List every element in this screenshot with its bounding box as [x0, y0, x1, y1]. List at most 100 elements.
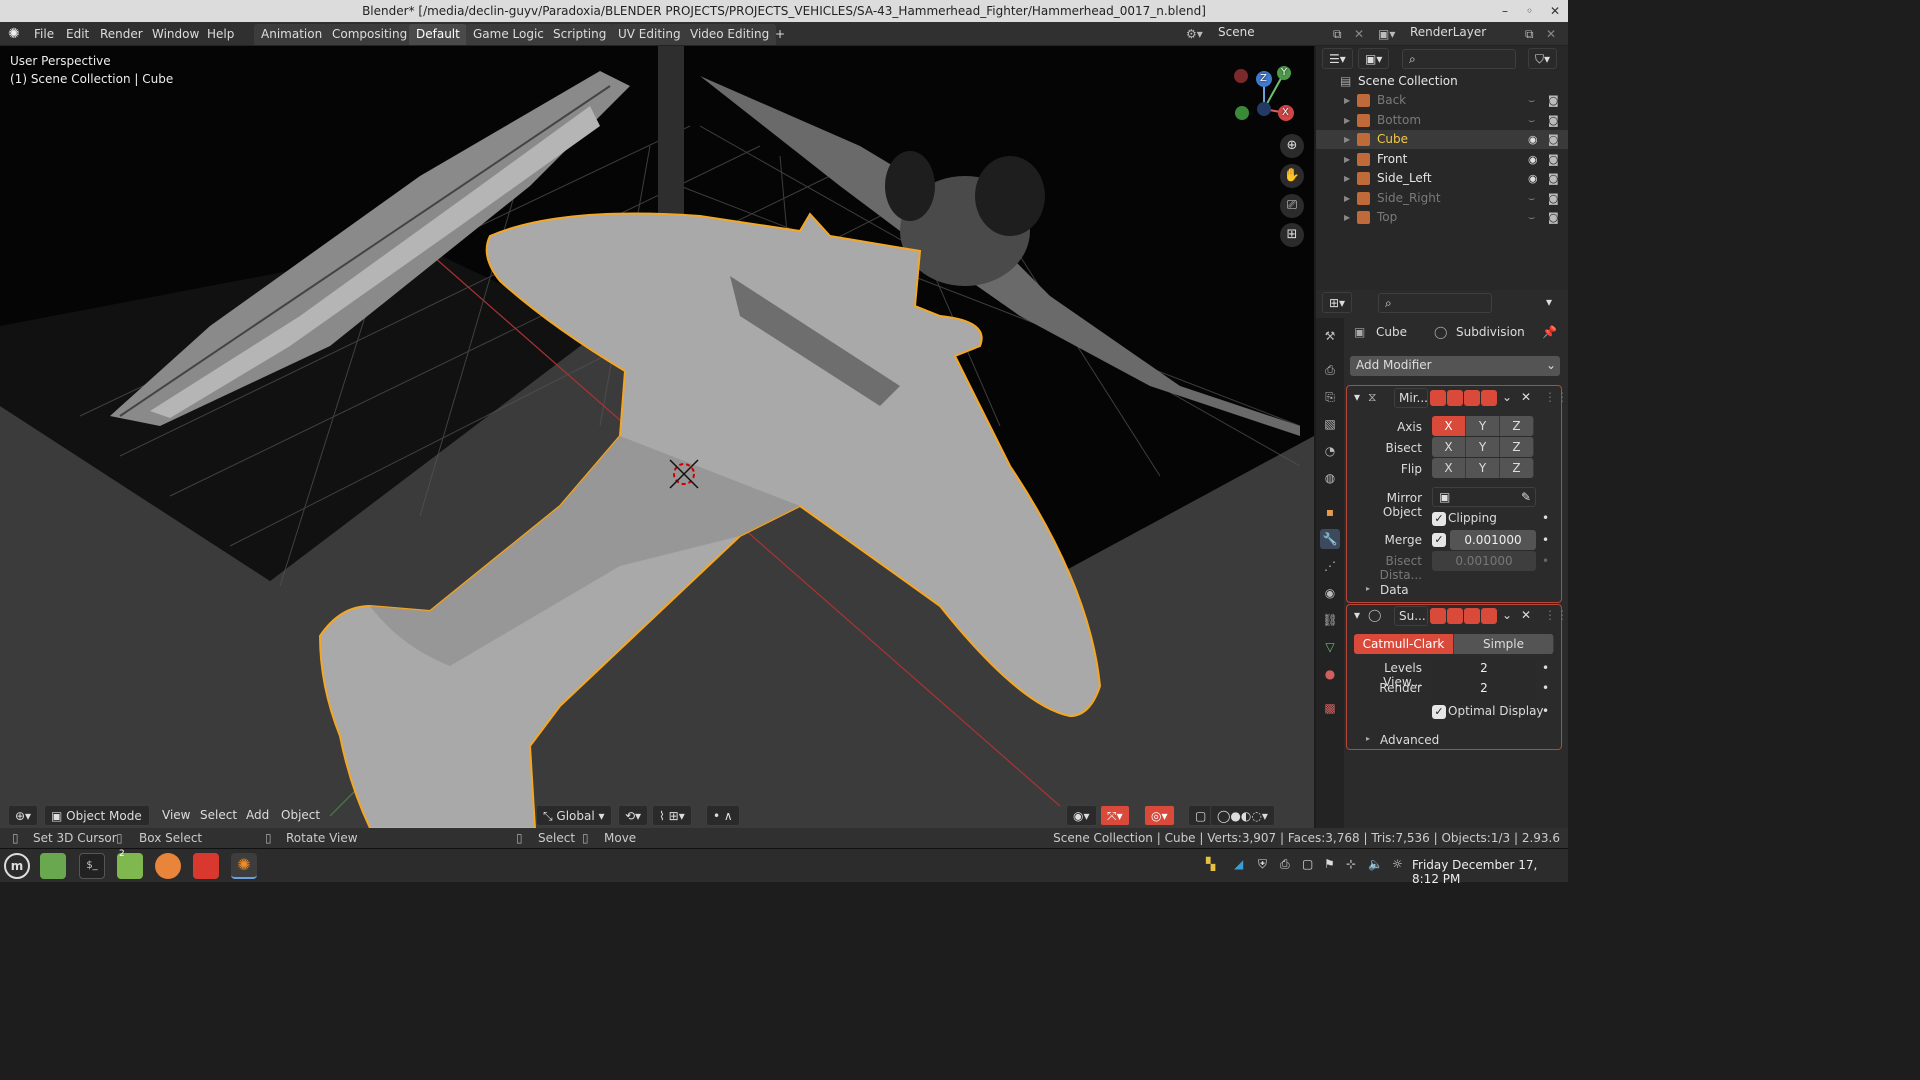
3d-viewport[interactable]: Z Y X User Perspective (1) Scene Collect… — [0, 46, 1314, 828]
display-icon[interactable]: ▢ — [1302, 857, 1313, 871]
tab-animation[interactable]: Animation — [254, 24, 330, 45]
collapse-mirror-icon[interactable]: ▾ — [1354, 390, 1360, 404]
tab-tool-icon[interactable]: ⚒ — [1320, 326, 1340, 346]
flip-y-toggle[interactable]: Y — [1466, 458, 1500, 478]
menu-add[interactable]: Add — [240, 805, 275, 826]
data-expand-icon[interactable]: ▸ — [1366, 584, 1370, 593]
expand-arrow-icon[interactable]: ▶ — [1344, 130, 1350, 149]
mirror-editmode-icon[interactable] — [1430, 390, 1446, 406]
ortho-grid-icon[interactable]: ⊞ — [1280, 223, 1304, 247]
subdivision-editmode-icon[interactable] — [1430, 608, 1446, 624]
gizmo-z-label[interactable]: Z — [1260, 73, 1267, 84]
outliner-root[interactable]: ▤ Scene Collection — [1316, 72, 1568, 91]
levels-viewport-field[interactable]: 2 — [1432, 658, 1536, 678]
render-layer-icon[interactable]: ▣▾ — [1378, 25, 1395, 43]
camera-render-icon[interactable]: ◙ — [1548, 130, 1559, 149]
tab-modifiers-icon[interactable]: 🔧 — [1320, 529, 1340, 549]
bisect-distance-keyframe-icon[interactable]: • — [1542, 554, 1549, 568]
mirror-render-icon[interactable] — [1481, 390, 1497, 406]
menu-file[interactable]: File — [34, 25, 54, 43]
eye-closed-icon[interactable]: ⌣ — [1528, 189, 1535, 208]
blender-taskbar-icon[interactable]: ✺ — [231, 853, 257, 879]
show-desktop-icon[interactable] — [40, 853, 66, 879]
minimize-icon[interactable]: – — [1502, 0, 1508, 22]
optimal-display-checkbox[interactable]: ✓ — [1432, 705, 1446, 719]
clock[interactable]: Friday December 17, 8:12 PM — [1412, 858, 1568, 886]
camera-render-icon[interactable]: ◙ — [1548, 150, 1559, 169]
outliner-display-icon[interactable]: ☰▾ — [1322, 48, 1353, 69]
eye-closed-icon[interactable]: ⌣ — [1528, 208, 1535, 227]
delete-scene-icon[interactable]: ✕ — [1354, 25, 1364, 43]
camera-render-icon[interactable]: ◙ — [1548, 91, 1559, 110]
eye-closed-icon[interactable]: ⌣ — [1528, 111, 1535, 130]
tab-physics-icon[interactable]: ◉ — [1320, 583, 1340, 603]
tab-uv-editing[interactable]: UV Editing — [611, 24, 688, 45]
telegram-icon[interactable]: ◢ — [1234, 857, 1243, 871]
subdivision-drag-handle-icon[interactable]: ⋮⋮ — [1544, 608, 1568, 622]
tab-texture-icon[interactable]: ▩ — [1320, 698, 1340, 718]
advanced-expand-icon[interactable]: ▸ — [1366, 734, 1370, 743]
outliner-item[interactable]: ▶ Front ◉ ◙ — [1316, 150, 1568, 169]
menu-select[interactable]: Select — [194, 805, 243, 826]
tab-scripting[interactable]: Scripting — [546, 24, 614, 45]
properties-search-input[interactable]: ⌕ — [1378, 293, 1492, 313]
menu-edit[interactable]: Edit — [66, 25, 89, 43]
expand-arrow-icon[interactable]: ▶ — [1344, 150, 1350, 169]
menu-render[interactable]: Render — [100, 25, 143, 43]
add-modifier-dropdown[interactable]: Add Modifier ⌄ — [1350, 356, 1560, 376]
tab-data-icon[interactable]: ▽ — [1320, 637, 1340, 657]
outliner-filter-mode-icon[interactable]: ▣▾ — [1358, 48, 1390, 69]
expand-arrow-icon[interactable]: ▶ — [1344, 169, 1350, 188]
firefox-icon[interactable] — [155, 853, 181, 879]
shading-modes-icon[interactable]: ◯●◐◌▾ — [1210, 805, 1275, 826]
merge-keyframe-icon[interactable]: • — [1542, 533, 1549, 547]
bisect-distance-field[interactable]: 0.001000 — [1432, 551, 1536, 571]
outliner-item[interactable]: ▶ Back ⌣ ◙ — [1316, 91, 1568, 110]
subdivision-cage-icon[interactable] — [1447, 608, 1463, 624]
outliner-item[interactable]: ▶ Side_Left ◉ ◙ — [1316, 169, 1568, 188]
subdivision-render-icon[interactable] — [1481, 608, 1497, 624]
transform-orientation-dropdown[interactable]: ⤡ Global ▾ — [536, 805, 612, 826]
properties-editor-icon[interactable]: ⊞▾ — [1322, 292, 1353, 313]
data-subpanel-label[interactable]: Data — [1380, 583, 1409, 597]
add-workspace-button[interactable]: + — [768, 24, 792, 45]
tab-output-icon[interactable]: ⎘ — [1320, 387, 1340, 407]
mirror-delete-icon[interactable]: ✕ — [1521, 390, 1531, 404]
tab-video-editing[interactable]: Video Editing — [683, 24, 777, 45]
eye-icon[interactable]: ◉ — [1528, 150, 1538, 169]
subdivision-name-field[interactable]: Su... — [1394, 606, 1428, 626]
volume-icon[interactable]: 🔈 — [1368, 857, 1383, 871]
outliner-item[interactable]: ▶ Side_Right ⌣ ◙ — [1316, 189, 1568, 208]
tab-material-icon[interactable]: ● — [1320, 664, 1340, 684]
terminal-icon[interactable]: $_ — [79, 853, 105, 879]
outliner-item[interactable]: ▶ Top ⌣ ◙ — [1316, 208, 1568, 227]
mirror-object-field[interactable]: ▣ ✎ — [1432, 487, 1536, 507]
tab-scene-icon[interactable]: ◔ — [1320, 441, 1340, 461]
subdivision-viewport-icon[interactable] — [1464, 608, 1480, 624]
levels-keyframe-icon[interactable]: • — [1542, 661, 1549, 675]
printer-icon[interactable]: ⎙ — [1280, 857, 1290, 872]
properties-options-icon[interactable]: ▾ — [1540, 292, 1558, 313]
app-store-icon[interactable] — [193, 853, 219, 879]
eye-icon[interactable]: ◉ — [1528, 169, 1538, 188]
merge-value-field[interactable]: 0.001000 — [1450, 530, 1536, 550]
mirror-viewport-icon[interactable] — [1464, 390, 1480, 406]
blender-logo-icon[interactable]: ✺ — [8, 25, 20, 43]
tab-compositing[interactable]: Compositing — [325, 24, 415, 45]
catmull-clark-button[interactable]: Catmull-Clark — [1354, 634, 1454, 654]
visibility-icon[interactable]: ◉▾ — [1066, 805, 1097, 826]
camera-render-icon[interactable]: ◙ — [1548, 111, 1559, 130]
expand-arrow-icon[interactable]: ▶ — [1344, 91, 1350, 110]
axis-y-toggle[interactable]: Y — [1466, 416, 1500, 436]
pivot-point-icon[interactable]: ⟲▾ — [618, 805, 649, 826]
flag-us-icon[interactable]: ⚑ — [1324, 857, 1335, 871]
bisect-z-toggle[interactable]: Z — [1500, 437, 1534, 457]
advanced-subpanel-label[interactable]: Advanced — [1380, 733, 1439, 747]
clipping-checkbox[interactable]: ✓ — [1432, 512, 1446, 526]
tab-object-icon[interactable]: ▪ — [1320, 502, 1340, 522]
tab-game-logic[interactable]: Game Logic — [466, 24, 551, 45]
zoom-icon[interactable]: ⊕ — [1280, 134, 1304, 158]
editor-type-icon[interactable]: ⊕▾ — [8, 805, 39, 826]
outliner-item[interactable]: ▶ Bottom ⌣ ◙ — [1316, 111, 1568, 130]
expand-arrow-icon[interactable]: ▶ — [1344, 111, 1350, 130]
